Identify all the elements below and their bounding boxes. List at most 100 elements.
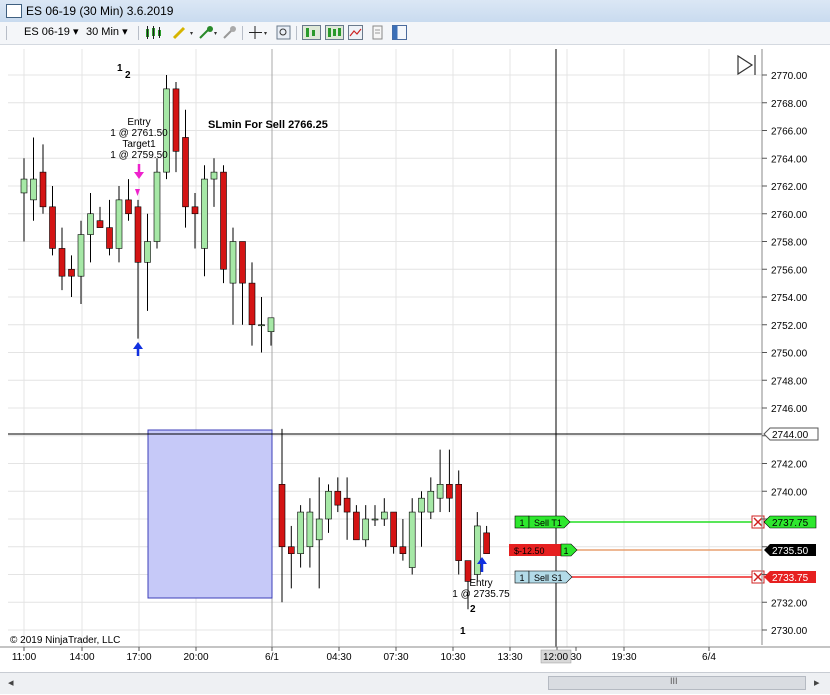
- scrollbar-thumb[interactable]: III: [548, 676, 806, 690]
- candle-body: [399, 546, 407, 554]
- candle: [380, 498, 388, 526]
- candle-body: [49, 206, 56, 249]
- candle: [399, 519, 407, 561]
- drawing-rectangle[interactable]: [147, 429, 273, 599]
- target-order-tag[interactable]: 1 Sell T1: [514, 515, 571, 529]
- candle-body: [334, 490, 342, 506]
- interval-selector[interactable]: 30 Min ▾: [84, 24, 130, 41]
- sell-arrow-icon: [134, 164, 144, 179]
- candle-body: [455, 484, 463, 561]
- candle: [483, 525, 490, 554]
- candle: [106, 199, 113, 256]
- candle: [408, 498, 416, 575]
- price-tick-label: 2748.00: [771, 376, 808, 387]
- candle-body: [325, 490, 332, 520]
- candle-body: [125, 199, 132, 215]
- scroll-grip: III: [670, 676, 678, 686]
- time-tick-label: 07:30: [383, 652, 408, 663]
- chart-trader-icon[interactable]: [302, 25, 321, 40]
- add-indicator-icon[interactable]: [198, 25, 218, 40]
- candle: [191, 192, 199, 249]
- toolbar-separator: [138, 26, 139, 40]
- toolbar-separator: [296, 26, 297, 40]
- time-tick-label: 19:30: [611, 652, 636, 663]
- scroll-to-end-button[interactable]: [737, 54, 756, 76]
- buy-arrow-icon: [133, 342, 143, 356]
- candle-body: [39, 171, 47, 208]
- candle-body: [353, 511, 360, 541]
- candle-body: [408, 511, 416, 568]
- candle-body: [306, 511, 314, 548]
- share-icon[interactable]: [370, 25, 385, 40]
- entry1-detail: 1 @ 2761.50: [110, 128, 168, 139]
- scroll-left-arrow-icon[interactable]: ◂: [8, 676, 14, 689]
- price-tick-label: 2758.00: [771, 238, 808, 249]
- draw-pencil-icon[interactable]: [172, 25, 194, 40]
- candle: [343, 477, 351, 540]
- properties-icon[interactable]: [348, 25, 363, 40]
- stop-order-tag[interactable]: 1 Sell S1: [514, 570, 573, 584]
- toolbar-grip: [6, 26, 7, 40]
- candle: [77, 220, 85, 304]
- candle-body: [483, 532, 490, 554]
- candle-body: [287, 546, 295, 554]
- candle-body: [191, 206, 199, 215]
- crosshair-time: 12:00: [543, 652, 568, 663]
- time-axis[interactable]: 11:00 14:00 17:00 20:00 6/1 04:30 07:30 10:30 13…: [12, 647, 717, 663]
- candle: [278, 428, 286, 603]
- candle-body: [297, 511, 304, 554]
- window-title: ES 06-19 (30 Min) 3.6.2019: [26, 4, 174, 18]
- target1-label: Target1: [122, 139, 156, 150]
- candle-body: [20, 178, 28, 194]
- window-icon[interactable]: [392, 25, 407, 40]
- target-price-tag: 2737.75: [763, 515, 817, 529]
- candle: [210, 158, 218, 207]
- candle-body: [267, 317, 275, 332]
- candle: [201, 165, 208, 277]
- bar-mark-label: 2: [125, 70, 131, 81]
- bar-mark-label: 1: [460, 626, 466, 637]
- candle: [306, 498, 314, 568]
- stop-order-qty: 1: [519, 573, 524, 583]
- candle-body: [362, 518, 370, 541]
- candle-body: [380, 511, 388, 520]
- chart-toolbar: ES 06-19 ▾ 30 Min ▾: [0, 22, 830, 45]
- candle: [325, 484, 332, 533]
- candle-body: [446, 484, 453, 499]
- candle: [473, 512, 481, 582]
- chart-app-icon: [6, 4, 22, 18]
- crosshair-icon[interactable]: [248, 25, 270, 40]
- candle-body: [473, 525, 481, 575]
- instrument-selector[interactable]: ES 06-19 ▾: [22, 24, 80, 41]
- candle: [182, 109, 189, 228]
- bars-type-icon[interactable]: [144, 25, 166, 40]
- toolbar-separator: [242, 26, 243, 40]
- candle-body: [343, 497, 351, 513]
- candle-body: [436, 484, 444, 499]
- candle-body: [210, 171, 218, 180]
- crosshair-price-tag: 2744.00: [763, 427, 819, 441]
- entry1-label: Entry: [127, 117, 150, 128]
- candle-body: [153, 171, 161, 242]
- candle-body: [315, 518, 323, 541]
- candle-body: [106, 227, 113, 249]
- strategy-icon[interactable]: [222, 25, 237, 40]
- price-tick-label: 2768.00: [771, 99, 808, 110]
- price-chart[interactable]: 1 Sell T1 $-12.50 1 1 Sell S1 1 2 Entry …: [0, 45, 830, 670]
- scroll-right-arrow-icon[interactable]: ▸: [814, 676, 820, 689]
- copyright-label: © 2019 NinjaTrader, LLC: [10, 635, 120, 646]
- interval-label: 30 Min: [86, 26, 120, 38]
- candle: [362, 505, 370, 547]
- horizontal-scrollbar[interactable]: ◂ III ▸: [0, 672, 830, 694]
- price-tick-label: 2730.00: [771, 626, 808, 637]
- price-tick-label: 2740.00: [771, 487, 808, 498]
- candle: [153, 158, 161, 249]
- data-box-icon[interactable]: [325, 25, 344, 40]
- candle-body: [144, 241, 151, 263]
- price-tick-label: 2766.00: [771, 127, 808, 138]
- candle: [297, 505, 304, 568]
- candle: [371, 505, 379, 526]
- position-tag[interactable]: $-12.50 1: [509, 543, 578, 557]
- zoom-icon[interactable]: [276, 25, 291, 40]
- candle: [87, 192, 94, 263]
